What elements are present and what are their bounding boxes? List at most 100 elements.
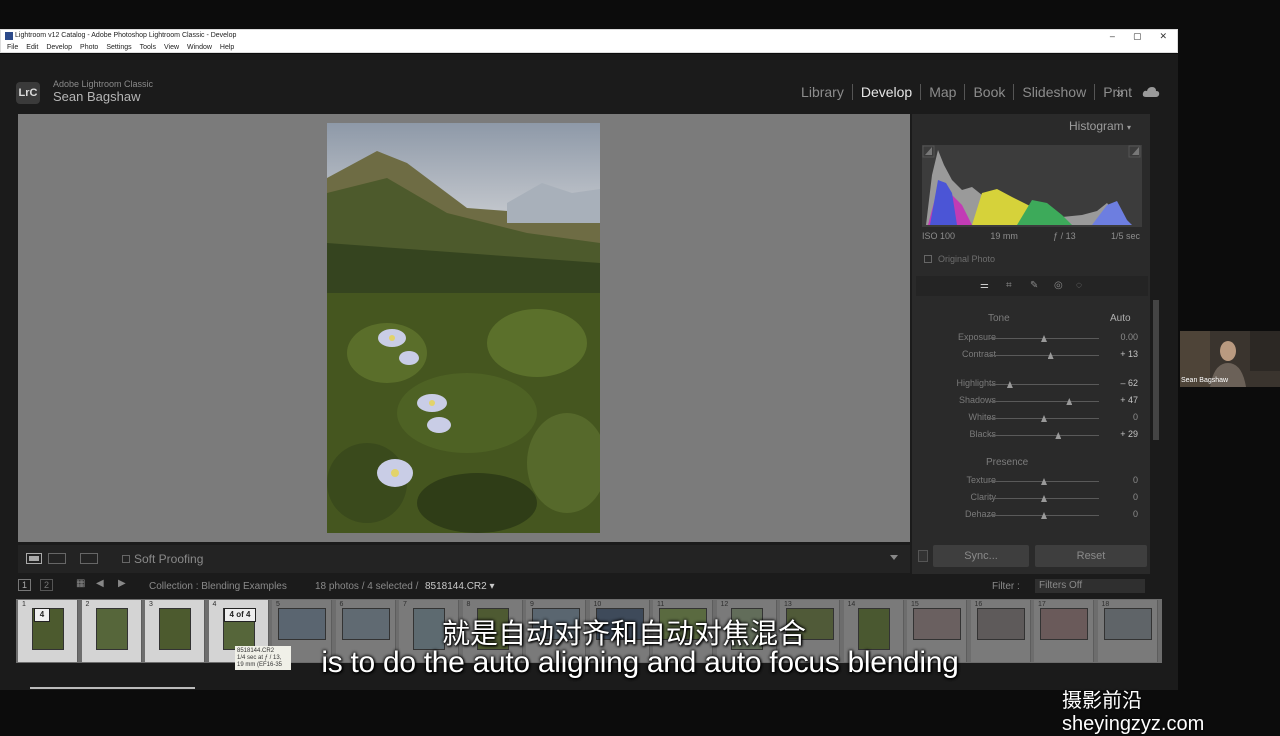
slider-value[interactable]: 0 bbox=[1133, 475, 1138, 485]
original-photo-checkbox[interactable] bbox=[924, 255, 932, 263]
reset-button[interactable]: Reset bbox=[1035, 545, 1147, 567]
crop-icon[interactable]: ⌗ bbox=[1006, 280, 1012, 291]
cell-number: 11 bbox=[657, 601, 665, 608]
slider-label: Shadows bbox=[958, 395, 996, 405]
collection-source[interactable]: Collection : Blending Examples bbox=[149, 581, 287, 592]
histogram-title[interactable]: Histogram ▾ bbox=[1069, 119, 1131, 133]
soft-proofing-checkbox[interactable] bbox=[122, 555, 130, 563]
webcam-name: Sean Bagshaw bbox=[1181, 377, 1229, 384]
cell-number: 4 bbox=[212, 601, 217, 608]
slider-shadows[interactable]: Shadows + 47 bbox=[916, 393, 1142, 409]
forward-arrow-icon[interactable]: ▶ bbox=[118, 578, 126, 589]
slider-clarity[interactable]: Clarity 0 bbox=[916, 490, 1142, 506]
view-2-button[interactable]: 2 bbox=[40, 579, 54, 591]
before-after-icon[interactable] bbox=[48, 553, 66, 564]
menu-bar: File Edit Develop Photo Settings Tools V… bbox=[7, 44, 234, 51]
cell-number: 16 bbox=[974, 601, 983, 608]
presence-header: Presence bbox=[986, 457, 1029, 468]
module-map[interactable]: Map bbox=[921, 84, 966, 100]
slider-track[interactable] bbox=[989, 435, 1099, 436]
edit-sliders-icon[interactable]: ⚌ bbox=[980, 280, 989, 291]
cloud-icon[interactable] bbox=[1142, 86, 1160, 98]
cell-number: 14 bbox=[847, 601, 856, 608]
exif-focal: 19 mm bbox=[990, 231, 1018, 241]
slider-highlights[interactable]: Highlights – 62 bbox=[916, 376, 1142, 392]
tool-strip: ⚌ ⌗ ✎ ◎ ◌ bbox=[916, 276, 1148, 296]
module-picker: Library Develop Map Book Slideshow Print bbox=[793, 84, 1140, 100]
photo-count: 18 photos / 4 selected / bbox=[315, 581, 419, 592]
grid-view-icon[interactable]: ▦ bbox=[76, 578, 85, 589]
cell-number: 13 bbox=[784, 601, 792, 608]
module-develop[interactable]: Develop bbox=[853, 84, 922, 100]
lrc-logo: LrC bbox=[16, 82, 40, 104]
soft-proofing-label: Soft Proofing bbox=[134, 552, 204, 566]
slider-value[interactable]: + 47 bbox=[1120, 395, 1138, 405]
module-slideshow[interactable]: Slideshow bbox=[1014, 84, 1096, 100]
menu-window[interactable]: Window bbox=[187, 44, 212, 51]
current-file[interactable]: 8518144.CR2 ▾ bbox=[425, 581, 495, 592]
slider-blacks[interactable]: Blacks + 29 bbox=[916, 427, 1142, 443]
menu-view[interactable]: View bbox=[164, 44, 179, 51]
cell-number: 10 bbox=[593, 601, 602, 608]
slider-value[interactable]: 0 bbox=[1133, 492, 1138, 502]
healing-brush-icon[interactable]: ✎ bbox=[1030, 280, 1038, 291]
maximize-button[interactable]: ▢ bbox=[1133, 31, 1142, 42]
original-photo-toggle[interactable]: Original Photo bbox=[924, 254, 995, 264]
menu-tools[interactable]: Tools bbox=[140, 44, 156, 51]
right-panel-scrollbar[interactable] bbox=[1153, 300, 1159, 440]
slider-texture[interactable]: Texture 0 bbox=[916, 473, 1142, 489]
menu-help[interactable]: Help bbox=[220, 44, 234, 51]
back-arrow-icon[interactable]: ◀ bbox=[96, 578, 104, 589]
slider-contrast[interactable]: Contrast + 13 bbox=[916, 347, 1142, 363]
red-eye-icon[interactable]: ◎ bbox=[1054, 280, 1063, 291]
module-library[interactable]: Library bbox=[793, 84, 853, 100]
menu-settings[interactable]: Settings bbox=[106, 44, 131, 51]
slider-value[interactable]: + 29 bbox=[1120, 429, 1138, 439]
soft-proofing-toggle[interactable]: Soft Proofing bbox=[122, 552, 203, 566]
minimize-button[interactable]: – bbox=[1110, 31, 1115, 42]
window-title: Lightroom v12 Catalog - Adobe Photoshop … bbox=[15, 32, 237, 39]
filter-dropdown[interactable]: Filters Off bbox=[1035, 579, 1145, 593]
histogram-graph[interactable] bbox=[922, 145, 1142, 227]
slider-track[interactable] bbox=[989, 401, 1099, 402]
app-name: Adobe Lightroom Classic bbox=[53, 79, 154, 89]
view-1-button[interactable]: 1 bbox=[18, 579, 32, 591]
slider-track[interactable] bbox=[989, 355, 1099, 356]
sync-toggle-icon[interactable] bbox=[918, 550, 928, 562]
slider-value[interactable]: 0.00 bbox=[1120, 332, 1138, 342]
watermark: 摄影前沿 sheyingzyz.com bbox=[1062, 690, 1205, 735]
original-photo-label: Original Photo bbox=[938, 254, 996, 264]
window-controls: – ▢ ✕ bbox=[1110, 31, 1167, 42]
survey-view-icon[interactable] bbox=[80, 553, 98, 564]
slider-value[interactable]: + 13 bbox=[1120, 349, 1138, 359]
menu-develop[interactable]: Develop bbox=[46, 44, 72, 51]
tone-header: Tone bbox=[988, 313, 1010, 324]
sync-button[interactable]: Sync... bbox=[933, 545, 1029, 567]
slider-whites[interactable]: Whites 0 bbox=[916, 410, 1142, 426]
more-modules-icon[interactable]: » bbox=[1116, 84, 1124, 100]
slider-value[interactable]: – 62 bbox=[1120, 378, 1138, 388]
slider-track[interactable] bbox=[989, 384, 1099, 385]
slider-label: Texture bbox=[966, 475, 996, 485]
slider-exposure[interactable]: Exposure 0.00 bbox=[916, 330, 1142, 346]
histogram-exif: ISO 100 19 mm ƒ / 13 1/5 sec bbox=[922, 231, 1140, 241]
exif-iso: ISO 100 bbox=[922, 231, 956, 241]
slider-value[interactable]: 0 bbox=[1133, 509, 1138, 519]
module-book[interactable]: Book bbox=[965, 84, 1015, 100]
loupe-view-icon[interactable] bbox=[26, 553, 42, 564]
menu-edit[interactable]: Edit bbox=[26, 44, 38, 51]
cell-number: 18 bbox=[1101, 601, 1110, 608]
slider-label: Whites bbox=[968, 412, 996, 422]
close-button[interactable]: ✕ bbox=[1159, 31, 1167, 42]
cell-number: 8 bbox=[466, 601, 471, 608]
menu-file[interactable]: File bbox=[7, 44, 18, 51]
masking-icon[interactable]: ◌ bbox=[1076, 280, 1082, 291]
slider-label: Blacks bbox=[969, 429, 996, 439]
slider-dehaze[interactable]: Dehaze 0 bbox=[916, 507, 1142, 523]
cell-number: 15 bbox=[911, 601, 919, 608]
tone-auto-button[interactable]: Auto bbox=[1110, 313, 1131, 324]
cell-number: 5 bbox=[276, 601, 280, 608]
slider-value[interactable]: 0 bbox=[1133, 412, 1138, 422]
menu-photo[interactable]: Photo bbox=[80, 44, 98, 51]
toolbar-chevron-down-icon[interactable] bbox=[890, 555, 898, 561]
